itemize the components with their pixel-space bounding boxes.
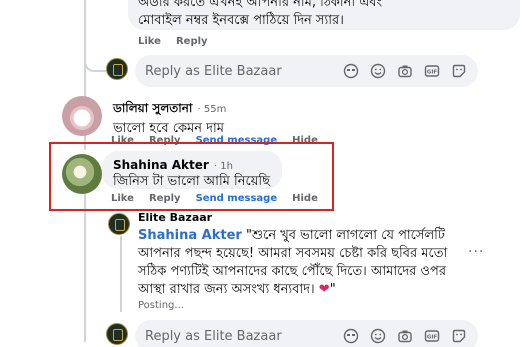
reply-placeholder: Reply as Elite Bazaar — [145, 63, 282, 79]
mention-link[interactable]: Shahina Akter — [138, 228, 242, 243]
thread-line — [120, 236, 122, 312]
page-avatar — [106, 58, 128, 80]
highlight-box — [49, 142, 334, 211]
avatar-sticker-icon[interactable] — [342, 327, 360, 345]
top-comment-actions: Like Reply — [138, 36, 208, 47]
sticker-icon[interactable] — [450, 62, 468, 80]
comment-bubble: ডালিয়া সুলতানা · 55m ভালো হবে কেমন দাম — [102, 92, 272, 136]
thread-line — [84, 192, 86, 342]
reply-button[interactable]: Reply — [176, 36, 208, 47]
svg-text:GIF: GIF — [427, 335, 438, 341]
avatar-sticker-icon[interactable] — [342, 62, 360, 80]
gif-icon[interactable]: GIF — [423, 327, 441, 345]
reply-input[interactable]: Reply as Elite Bazaar GIF — [135, 320, 478, 347]
page-reply-text: Shahina Akter "শুনে খুব ভালো লাগলো যে পা… — [138, 227, 468, 299]
emoji-icon[interactable] — [369, 327, 387, 345]
reply-input[interactable]: Reply as Elite Bazaar GIF — [135, 55, 478, 87]
top-comment-text: অর্ডার করতে এখনই আপনার নাম, ঠিকানা এবং ম… — [138, 0, 383, 28]
svg-text:GIF: GIF — [427, 70, 438, 76]
heart-emoji: ❤ — [318, 282, 330, 297]
reply-placeholder: Reply as Elite Bazaar — [145, 328, 282, 344]
reply-icons: GIF — [342, 327, 478, 345]
page-avatar — [106, 323, 128, 345]
comment-time[interactable]: · 55m — [198, 104, 227, 115]
camera-icon[interactable] — [396, 62, 414, 80]
camera-icon[interactable] — [396, 327, 414, 345]
commenter-name[interactable]: ডালিয়া সুলতানা — [113, 101, 192, 115]
like-button[interactable]: Like — [138, 36, 161, 47]
posting-status: Posting... — [138, 300, 184, 311]
sticker-icon[interactable] — [450, 327, 468, 345]
emoji-icon[interactable] — [369, 62, 387, 80]
page-avatar — [108, 213, 130, 235]
commenter-avatar[interactable] — [62, 96, 102, 136]
comment-header: ডালিয়া সুলতানা · 55m — [113, 97, 261, 120]
gif-icon[interactable]: GIF — [423, 62, 441, 80]
thread-connector — [84, 60, 106, 72]
reply-icons: GIF — [342, 62, 478, 80]
reply-end-quote: " — [329, 282, 336, 297]
more-options-icon[interactable]: ··· — [468, 244, 484, 260]
page-name[interactable]: Elite Bazaar — [138, 211, 212, 224]
